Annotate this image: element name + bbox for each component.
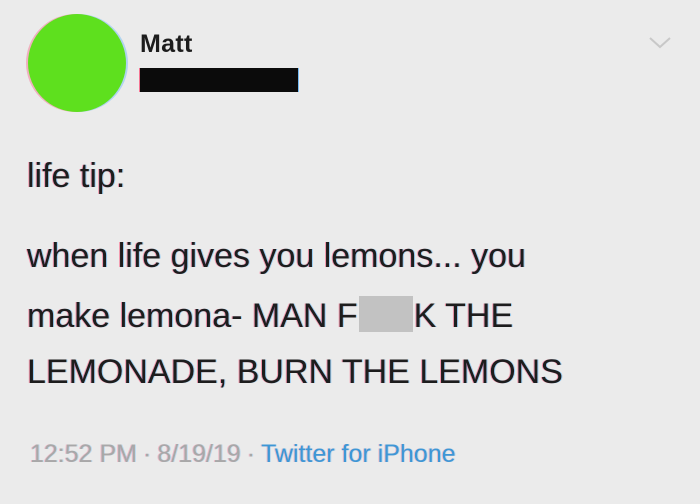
tweet-source-link[interactable]: Twitter for iPhone	[261, 440, 456, 468]
tweet-date[interactable]: 8/19/19	[157, 440, 240, 468]
tweet-card: Matt life tip: when life gives you lemon…	[0, 0, 700, 504]
tweet-text-segment: K THE	[413, 297, 514, 335]
tweet-time[interactable]: 12:52 PM	[30, 440, 137, 468]
avatar[interactable]	[28, 14, 126, 112]
chevron-down-icon[interactable]	[648, 36, 672, 50]
tweet-text-line: LEMONADE, BURN THE LEMONS	[27, 353, 563, 391]
tweet-text-line: when life gives you lemons... you	[27, 237, 526, 275]
tweet-text-line: make lemona- MAN F K THE	[27, 296, 513, 335]
author-display-name[interactable]: Matt	[140, 30, 193, 59]
tweet-meta: 12:52 PM · 8/19/19 · Twitter for iPhone	[30, 440, 456, 469]
meta-separator: ·	[143, 440, 152, 468]
tweet-text-line: life tip:	[27, 157, 126, 195]
redacted-username	[140, 68, 298, 92]
censor-block	[358, 296, 413, 332]
meta-separator: ·	[246, 440, 256, 468]
tweet-text-segment: make lemona- MAN F	[27, 297, 358, 335]
